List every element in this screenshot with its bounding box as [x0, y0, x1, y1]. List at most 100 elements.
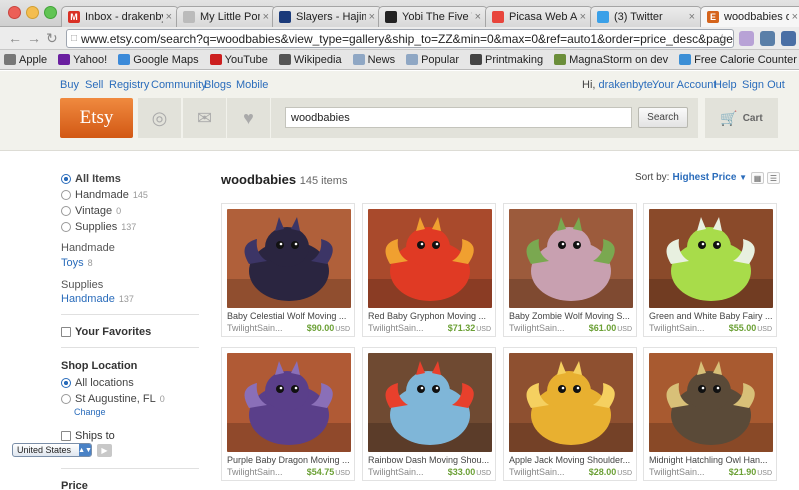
product-seller[interactable]: TwilightSain...	[509, 323, 565, 333]
search-input[interactable]	[285, 107, 632, 128]
radio[interactable]	[61, 394, 71, 404]
heart-icon[interactable]: ♥	[227, 98, 270, 138]
browser-tab[interactable]: Yobi The Five Taile×	[378, 6, 488, 27]
url-text[interactable]: www.etsy.com/search?q=woodbabies&view_ty…	[81, 32, 733, 46]
product-seller[interactable]: TwilightSain...	[509, 467, 565, 477]
product-seller[interactable]: TwilightSain...	[649, 323, 705, 333]
your-favorites-filter[interactable]: Your Favorites	[61, 326, 151, 338]
bookmark-item[interactable]: News	[352, 54, 395, 66]
change-location-link[interactable]: Change	[74, 407, 106, 417]
top-link-buy[interactable]: Buy	[60, 79, 79, 91]
product-photo[interactable]	[227, 209, 351, 308]
top-link-registry[interactable]: Registry	[109, 79, 149, 91]
mail-icon[interactable]: ✉	[183, 98, 226, 138]
checkbox[interactable]	[61, 327, 71, 337]
radio-selected[interactable]	[61, 174, 71, 184]
product-card[interactable]: Apple Jack Moving Shoulder... TwilightSai…	[503, 347, 637, 481]
bookmark-item[interactable]: Google Maps	[118, 54, 199, 66]
browser-tab[interactable]: My Little Pony Fri×	[176, 6, 276, 27]
product-photo[interactable]	[509, 353, 633, 452]
ships-to-go-button[interactable]: ▶	[97, 444, 112, 457]
product-title[interactable]: Green and White Baby Fairy ...	[649, 311, 773, 321]
supplies-handmade-link[interactable]: Handmade 137	[61, 293, 134, 305]
reload-icon[interactable]: ↻	[46, 30, 58, 47]
category-vintage[interactable]: Vintage 0	[61, 205, 121, 217]
browser-tab[interactable]: M Inbox - drakenbyt ×	[61, 6, 179, 27]
product-title[interactable]: Rainbow Dash Moving Shou...	[368, 455, 492, 465]
product-title[interactable]: Purple Baby Dragon Moving ...	[227, 455, 351, 465]
radio[interactable]	[61, 206, 71, 216]
back-arrow-icon[interactable]: ←	[8, 30, 22, 46]
username-link[interactable]: drakenbyte.	[599, 79, 656, 91]
address-bar[interactable]: □ www.etsy.com/search?q=woodbabies&view_…	[66, 29, 734, 48]
product-title[interactable]: Apple Jack Moving Shoulder...	[509, 455, 633, 465]
product-card[interactable]: Baby Zombie Wolf Moving S... TwilightSain…	[503, 203, 637, 337]
product-photo[interactable]	[227, 353, 351, 452]
product-card[interactable]: Green and White Baby Fairy ... TwilightSa…	[643, 203, 777, 337]
bookmark-star-icon[interactable]: ☆	[716, 31, 728, 47]
bookmark-item[interactable]: MagnaStorm on dev	[554, 54, 668, 66]
product-card[interactable]: Rainbow Dash Moving Shou... TwilightSain.…	[362, 347, 496, 481]
product-title[interactable]: Midnight Hatchling Owl Han...	[649, 455, 773, 465]
browser-tab[interactable]: Picasa Web Album×	[485, 6, 593, 27]
category-all-items[interactable]: All Items	[61, 173, 121, 185]
tab-close-icon[interactable]: ×	[166, 11, 172, 23]
activity-icon[interactable]: ◎	[138, 98, 181, 138]
ships-to-select[interactable]: United States ▲▼	[12, 443, 92, 457]
tab-close-icon[interactable]: ×	[792, 11, 798, 23]
top-link-community[interactable]: Community	[151, 79, 207, 91]
checkbox[interactable]	[61, 431, 71, 441]
ships-to-filter[interactable]: Ships to	[61, 430, 115, 442]
toys-link-label[interactable]: Toys	[61, 257, 84, 269]
product-seller[interactable]: TwilightSain...	[368, 467, 424, 477]
bookmark-item[interactable]: Apple	[4, 54, 47, 66]
tab-close-icon[interactable]: ×	[475, 11, 481, 23]
sort-value[interactable]: Highest Price	[672, 172, 736, 183]
forward-arrow-icon[interactable]: →	[27, 30, 41, 46]
your-account-link[interactable]: Your Account	[652, 79, 716, 91]
etsy-logo[interactable]: Etsy	[60, 98, 133, 138]
top-link-mobile[interactable]: Mobile	[236, 79, 268, 91]
browser-tab[interactable]: (3) Twitter ×	[590, 6, 702, 27]
list-view-icon[interactable]: ☰	[767, 172, 780, 184]
camera-extension-icon[interactable]	[760, 31, 775, 46]
product-seller[interactable]: TwilightSain...	[227, 323, 283, 333]
bookmark-item[interactable]: Yahoo!	[58, 54, 107, 66]
product-title[interactable]: Red Baby Gryphon Moving ...	[368, 311, 492, 321]
tab-close-icon[interactable]: ×	[263, 11, 269, 23]
product-title[interactable]: Baby Celestial Wolf Moving ...	[227, 311, 351, 321]
help-link[interactable]: Help	[714, 79, 737, 91]
tab-close-icon[interactable]: ×	[369, 11, 375, 23]
location-st-augustine[interactable]: St Augustine, FL 0	[61, 393, 165, 405]
product-seller[interactable]: TwilightSain...	[368, 323, 424, 333]
radio-selected[interactable]	[61, 378, 71, 388]
sort-dropdown-icon[interactable]: ▼	[739, 173, 747, 182]
product-seller[interactable]: TwilightSain...	[649, 467, 705, 477]
extension-icon-2[interactable]	[781, 31, 796, 46]
category-handmade[interactable]: Handmade 145	[61, 189, 148, 201]
extension-icon[interactable]	[739, 31, 754, 46]
close-window-button[interactable]	[8, 6, 21, 19]
sign-out-link[interactable]: Sign Out	[742, 79, 785, 91]
bookmark-item[interactable]: Popular	[406, 54, 459, 66]
supplies-link-label[interactable]: Handmade	[61, 293, 115, 305]
product-photo[interactable]	[368, 353, 492, 452]
cart-button[interactable]: 🛒 Cart	[705, 98, 778, 138]
tab-close-icon[interactable]: ×	[689, 11, 695, 23]
product-card[interactable]: Baby Celestial Wolf Moving ... TwilightSa…	[221, 203, 355, 337]
tab-close-icon[interactable]: ×	[580, 11, 586, 23]
product-title[interactable]: Baby Zombie Wolf Moving S...	[509, 311, 633, 321]
product-card[interactable]: Midnight Hatchling Owl Han... TwilightSai…	[643, 347, 777, 481]
product-photo[interactable]	[368, 209, 492, 308]
bookmark-item[interactable]: YouTube	[209, 54, 268, 66]
category-supplies[interactable]: Supplies 137	[61, 221, 136, 233]
bookmark-item[interactable]: Printmaking	[470, 54, 543, 66]
product-photo[interactable]	[649, 209, 773, 308]
top-link-sell[interactable]: Sell	[85, 79, 103, 91]
product-card[interactable]: Purple Baby Dragon Moving ... TwilightSai…	[221, 347, 355, 481]
product-seller[interactable]: TwilightSain...	[227, 467, 283, 477]
browser-tab[interactable]: Ewoodbabies on Et×	[700, 6, 799, 27]
product-photo[interactable]	[509, 209, 633, 308]
sort-control[interactable]: Sort by: Highest Price ▼	[635, 172, 747, 183]
radio[interactable]	[61, 190, 71, 200]
